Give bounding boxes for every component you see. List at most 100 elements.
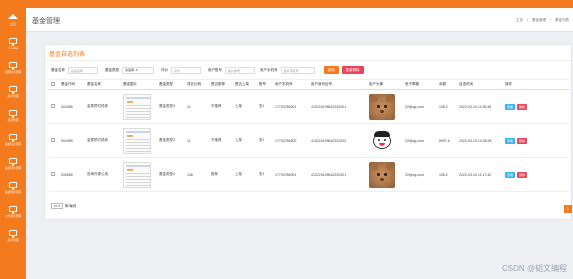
cell-avatar bbox=[367, 123, 403, 158]
user-avatar bbox=[369, 93, 395, 120]
delete-button[interactable]: 删除 bbox=[517, 171, 528, 178]
monitor-icon bbox=[9, 110, 17, 118]
col-header: 基金类型 bbox=[157, 79, 185, 90]
fund-image bbox=[123, 161, 151, 188]
breadcrumb-section[interactable]: 基金管理 bbox=[532, 18, 546, 23]
col-header: 电子邮箱 bbox=[403, 79, 437, 90]
sidebar-item-label: 招聘信息管理 bbox=[4, 70, 22, 74]
phone-label: 用户手机号 bbox=[260, 67, 278, 72]
cell-idcard: 410224199610232002 bbox=[309, 123, 367, 158]
user-avatar bbox=[369, 127, 395, 154]
cell-avatar bbox=[367, 157, 403, 192]
sidebar-item-recruit[interactable]: 招聘信息管理 bbox=[0, 56, 26, 80]
col-header: 用户手机号 bbox=[273, 79, 309, 90]
sidebar-item-label: 个人中心 bbox=[7, 46, 19, 50]
page-size-value: 10 bbox=[54, 204, 58, 208]
col-header: 用户头像 bbox=[367, 79, 403, 90]
select-all-checkbox-cell[interactable] bbox=[49, 79, 59, 90]
sidebar-item-fund-review[interactable]: 基金评价管理 bbox=[0, 152, 26, 176]
monitor-icon bbox=[9, 38, 17, 46]
cell-image bbox=[121, 89, 157, 124]
cell-code: 004455 bbox=[59, 89, 85, 124]
fund-type-label: 基金类型 bbox=[105, 67, 119, 72]
page-size-control: 10 ▾ 条/每页 bbox=[51, 203, 76, 209]
fund-name-label: 基金名称 bbox=[51, 67, 65, 72]
sidebar-item-label: 用户管理 bbox=[7, 94, 19, 98]
sidebar-item-profile[interactable]: 个人中心 bbox=[0, 32, 26, 56]
batch-delete-button[interactable]: 批量删除 bbox=[341, 66, 364, 74]
cell-time: 2022-03-10 10:38:39 bbox=[457, 123, 503, 158]
search-button[interactable]: 查询 bbox=[323, 66, 339, 74]
page-size-select[interactable]: 10 ▾ bbox=[51, 203, 63, 209]
cell-account: 张1 bbox=[257, 89, 273, 124]
sidebar-item-news[interactable]: 公告资讯管理 bbox=[0, 200, 26, 224]
cell-email: 22@qq.com bbox=[403, 123, 437, 158]
col-header: 是否推荐 bbox=[209, 79, 233, 90]
cell-balance: 8097.6 bbox=[437, 123, 457, 158]
fund-image bbox=[123, 127, 151, 154]
cell-recommended: 不推荐 bbox=[209, 89, 233, 124]
sidebar-item-home[interactable]: 主页 bbox=[0, 8, 26, 32]
cell-recommended: 不推荐 bbox=[209, 123, 233, 158]
cell-time: 2022-03-10 11:35:45 bbox=[457, 89, 503, 124]
sidebar-item-fund[interactable]: 基金管理 bbox=[0, 104, 26, 128]
cell-code: 004455 bbox=[59, 123, 85, 158]
col-header: 是否上架 bbox=[233, 79, 257, 90]
cell-balance: 108.2 bbox=[437, 157, 457, 192]
rating-label: 评价 bbox=[161, 67, 168, 72]
col-header: 余额 bbox=[437, 79, 457, 90]
cell-balance: 108.2 bbox=[437, 89, 457, 124]
monitor-icon bbox=[9, 230, 17, 238]
cell-recommended: 推荐 bbox=[209, 157, 233, 192]
cell-image bbox=[121, 123, 157, 158]
per-page-label: 条/每页 bbox=[64, 203, 77, 208]
fund-type-select[interactable]: 请选择 ▾ bbox=[122, 66, 154, 74]
cell-listed: 上架 bbox=[233, 157, 257, 192]
breadcrumb-current: 基金列表 bbox=[555, 18, 569, 22]
table-header-row: 基金代码 基金名称 基金图片 基金类型 成长比例 是否推荐 是否上架 账号 用户… bbox=[49, 79, 569, 90]
sidebar-item-user-admin[interactable]: 用户管理 bbox=[0, 224, 26, 248]
rating-input[interactable]: 评价 bbox=[171, 66, 201, 74]
row-checkbox-cell[interactable] bbox=[49, 89, 59, 124]
sidebar-item-users[interactable]: 用户管理 bbox=[0, 80, 26, 104]
delete-button[interactable]: 删除 bbox=[517, 137, 528, 144]
row-checkbox[interactable] bbox=[51, 104, 55, 108]
table-row: 004455 金泰预付债券 基金类型3 11 不推荐 上架 张1 1770378… bbox=[49, 123, 569, 158]
page-header: 基金管理 主页 / 基金管理 / 基金列表 bbox=[26, 8, 573, 32]
sidebar-item-label: 基金信息管理 bbox=[4, 142, 22, 146]
cell-type: 基金类型3 bbox=[157, 123, 185, 158]
view-button[interactable]: 查看 bbox=[505, 103, 516, 110]
monitor-icon bbox=[9, 158, 17, 166]
row-checkbox[interactable] bbox=[51, 138, 55, 142]
select-all-checkbox[interactable] bbox=[51, 82, 55, 86]
row-checkbox[interactable] bbox=[51, 172, 55, 176]
cell-email: 22@qq.com bbox=[403, 89, 437, 124]
col-header: 基金代码 bbox=[59, 79, 85, 90]
row-checkbox-cell[interactable] bbox=[49, 157, 59, 192]
fund-name-input[interactable]: 基金名称 bbox=[68, 66, 98, 74]
cell-email: 22@qq.com bbox=[403, 157, 437, 192]
view-button[interactable]: 查看 bbox=[505, 137, 516, 144]
monitor-icon bbox=[9, 206, 17, 214]
cell-idcard: 410224199610232001 bbox=[309, 89, 367, 124]
view-button[interactable]: 查看 bbox=[505, 171, 516, 178]
sidebar-item-fund-info[interactable]: 基金信息管理 bbox=[0, 128, 26, 152]
phone-input[interactable]: 用户手机号 bbox=[280, 66, 315, 74]
cell-ratio: 11 bbox=[185, 89, 209, 124]
cell-actions: 查看 删除 bbox=[503, 157, 569, 192]
sidebar-item-label: 公告资讯管理 bbox=[4, 214, 22, 218]
breadcrumb-home[interactable]: 主页 bbox=[516, 18, 523, 23]
cell-actions: 查看 删除 bbox=[503, 123, 569, 158]
account-input[interactable]: 用户账号 bbox=[225, 66, 255, 74]
account-label: 用户账号 bbox=[208, 67, 222, 72]
row-checkbox-cell[interactable] bbox=[49, 123, 59, 158]
delete-button[interactable]: 删除 bbox=[517, 103, 528, 110]
page-button-current[interactable]: 1 bbox=[564, 205, 572, 213]
sidebar-item-fund-type[interactable]: 基金类型管理 bbox=[0, 176, 26, 200]
cell-avatar bbox=[367, 89, 403, 124]
monitor-icon bbox=[9, 182, 17, 190]
monitor-icon bbox=[9, 86, 17, 94]
breadcrumb-separator: / bbox=[527, 18, 529, 22]
monitor-icon bbox=[9, 62, 17, 70]
col-header: 基金图片 bbox=[121, 79, 157, 90]
